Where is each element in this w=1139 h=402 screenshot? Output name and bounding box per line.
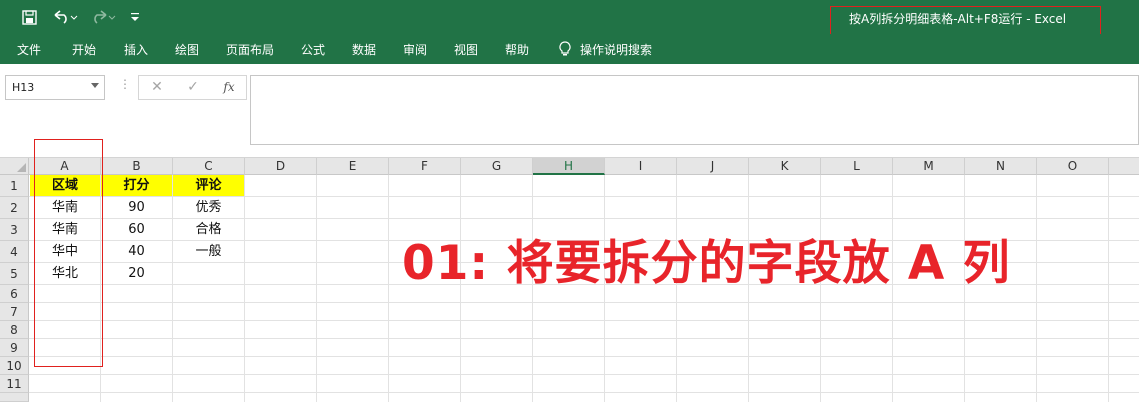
- tab-insert[interactable]: 插入: [124, 41, 148, 58]
- cell-b5[interactable]: 20: [101, 263, 172, 284]
- row-header-12[interactable]: [0, 393, 29, 402]
- tab-data[interactable]: 数据: [352, 41, 376, 58]
- column-header-d[interactable]: D: [245, 158, 317, 175]
- tab-view[interactable]: 视图: [454, 41, 478, 58]
- cancel-icon[interactable]: ✕: [147, 79, 167, 97]
- column-header-m[interactable]: M: [893, 158, 965, 175]
- column-header-g[interactable]: G: [461, 158, 533, 175]
- row-header-1[interactable]: 1: [0, 175, 29, 197]
- more-options-icon: ⋮: [119, 77, 131, 91]
- customize-icon[interactable]: [128, 7, 142, 27]
- gridline: [29, 302, 1139, 303]
- tab-review[interactable]: 审阅: [403, 41, 427, 58]
- gridline: [316, 175, 317, 402]
- gridline: [244, 175, 245, 402]
- row-header-11[interactable]: 11: [0, 375, 29, 393]
- tab-help[interactable]: 帮助: [505, 41, 529, 58]
- tab-page-layout[interactable]: 页面布局: [226, 41, 274, 58]
- column-header-l[interactable]: L: [821, 158, 893, 175]
- row-header-7[interactable]: 7: [0, 303, 29, 321]
- tab-draw[interactable]: 绘图: [175, 41, 199, 58]
- cell-c2[interactable]: 优秀: [173, 197, 244, 218]
- redo-icon[interactable]: [88, 7, 118, 27]
- gridline: [29, 374, 1139, 375]
- row-header-2[interactable]: 2: [0, 197, 29, 219]
- row-header-5[interactable]: 5: [0, 263, 29, 285]
- tab-formulas[interactable]: 公式: [301, 41, 325, 58]
- column-header-p[interactable]: [1109, 158, 1139, 175]
- column-header-k[interactable]: K: [749, 158, 821, 175]
- name-box[interactable]: H13: [5, 75, 105, 100]
- gridline: [29, 392, 1139, 393]
- row-header-8[interactable]: 8: [0, 321, 29, 339]
- gridline: [388, 175, 389, 402]
- title-bar: 按A列拆分明细表格-Alt+F8运行 - Excel: [0, 0, 1139, 40]
- column-header-b[interactable]: B: [101, 158, 173, 175]
- name-box-value: H13: [12, 81, 35, 94]
- column-a-highlight: [34, 139, 103, 367]
- column-header-e[interactable]: E: [317, 158, 389, 175]
- cell-b1[interactable]: 打分: [101, 175, 172, 196]
- cell-c1[interactable]: 评论: [173, 175, 244, 196]
- ribbon-tabs: 文件 开始 插入 绘图 页面布局 公式 数据 审阅 视图 帮助 操作说明搜索: [0, 34, 1139, 64]
- save-icon[interactable]: [18, 7, 40, 27]
- formula-buttons: ✕ ✓ fx: [138, 75, 247, 100]
- column-header-j[interactable]: J: [677, 158, 749, 175]
- enter-icon[interactable]: ✓: [183, 79, 203, 97]
- row-header-10[interactable]: 10: [0, 357, 29, 375]
- gridline: [29, 356, 1139, 357]
- chevron-down-icon[interactable]: [91, 83, 99, 88]
- column-header-i[interactable]: I: [605, 158, 677, 175]
- row-header-4[interactable]: 4: [0, 241, 29, 263]
- row-header-9[interactable]: 9: [0, 339, 29, 357]
- cell-c3[interactable]: 合格: [173, 219, 244, 240]
- select-all-button[interactable]: [0, 158, 29, 175]
- tab-file[interactable]: 文件: [17, 41, 41, 58]
- column-header-h[interactable]: H: [533, 158, 605, 175]
- annotation-text: 01: 将要拆分的字段放 A 列: [402, 236, 1011, 291]
- column-header-c[interactable]: C: [173, 158, 245, 175]
- row-header-6[interactable]: 6: [0, 285, 29, 303]
- insert-function-icon[interactable]: fx: [219, 80, 239, 98]
- column-header-n[interactable]: N: [965, 158, 1037, 175]
- gridline: [1108, 175, 1109, 402]
- row-header-3[interactable]: 3: [0, 219, 29, 241]
- gridline: [29, 320, 1139, 321]
- cell-b4[interactable]: 40: [101, 241, 172, 262]
- tab-home[interactable]: 开始: [72, 41, 96, 58]
- column-header-f[interactable]: F: [389, 158, 461, 175]
- cell-b3[interactable]: 60: [101, 219, 172, 240]
- column-header-o[interactable]: O: [1037, 158, 1109, 175]
- formula-bar-area: H13 ⋮ ✕ ✓ fx: [0, 64, 1139, 158]
- formula-input[interactable]: [250, 75, 1139, 145]
- undo-icon[interactable]: [50, 7, 80, 27]
- cell-c4[interactable]: 一般: [173, 241, 244, 262]
- cell-b2[interactable]: 90: [101, 197, 172, 218]
- tell-me-label: 操作说明搜索: [580, 42, 653, 57]
- cell-c5[interactable]: [173, 263, 244, 284]
- lightbulb-icon: [558, 40, 572, 58]
- gridline: [1036, 175, 1037, 402]
- gridline: [29, 338, 1139, 339]
- tell-me-search[interactable]: 操作说明搜索: [558, 40, 652, 58]
